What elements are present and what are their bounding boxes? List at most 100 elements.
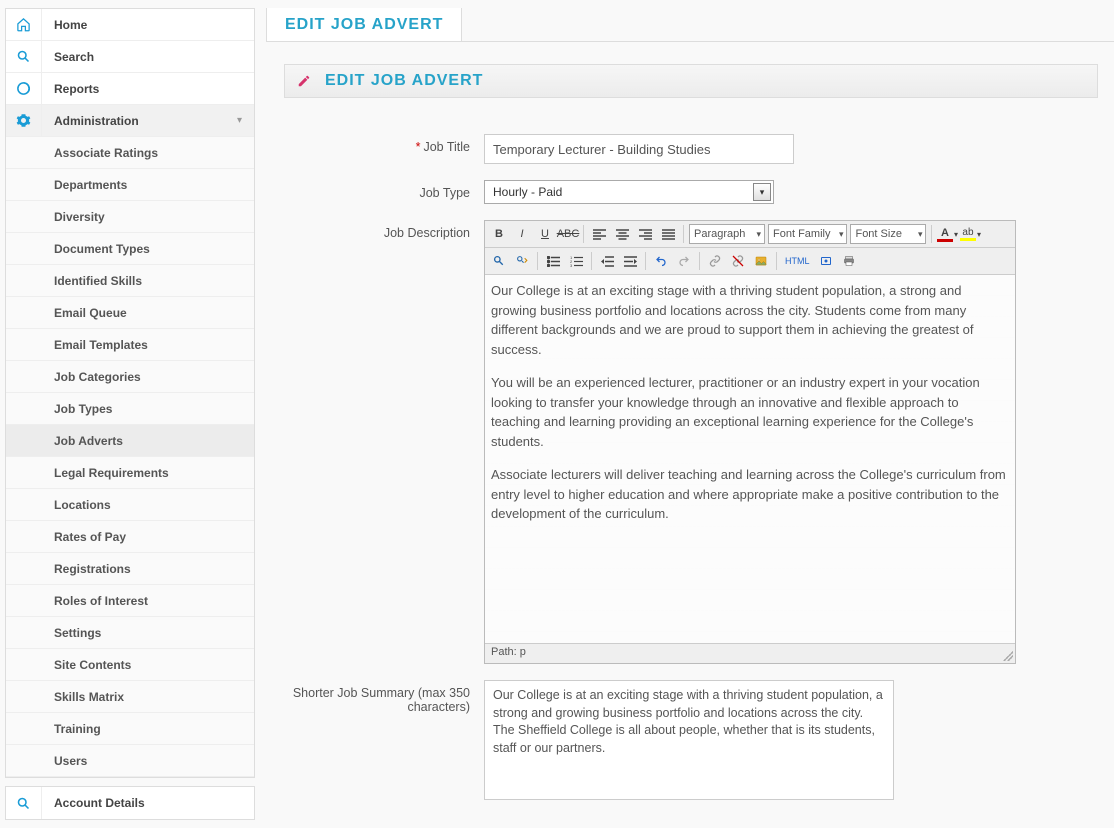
- nav-administration[interactable]: Administration: [6, 105, 254, 137]
- required-marker: *: [416, 140, 421, 154]
- separator-icon: [683, 225, 684, 243]
- row-short-summary: Shorter Job Summary (max 350 characters): [284, 680, 1078, 800]
- panel-header: Edit Job Advert: [284, 64, 1098, 98]
- sidebar: Home Search Reports Administration Assoc…: [5, 8, 255, 828]
- separator-icon: [591, 252, 592, 270]
- font-family-select[interactable]: Font Family: [768, 224, 847, 244]
- sidebar-item-site-contents[interactable]: Site Contents: [6, 649, 254, 681]
- sidebar-item-document-types[interactable]: Document Types: [6, 233, 254, 265]
- label-job-type: Job Type: [284, 180, 484, 200]
- separator-icon: [931, 225, 932, 243]
- sidebar-item-training[interactable]: Training: [6, 713, 254, 745]
- nav-administration-label: Administration: [42, 114, 139, 128]
- nav-home-label: Home: [42, 18, 87, 32]
- paragraph-select[interactable]: Paragraph: [689, 224, 765, 244]
- align-right-button[interactable]: [635, 224, 655, 244]
- strikethrough-button[interactable]: ABC: [558, 224, 578, 244]
- italic-button[interactable]: I: [512, 224, 532, 244]
- outdent-button[interactable]: [597, 251, 617, 271]
- main-content: Edit Job Advert Edit Job Advert *Job Tit…: [266, 8, 1114, 828]
- search-icon: [6, 787, 42, 819]
- sidebar-item-locations[interactable]: Locations: [6, 489, 254, 521]
- admin-sub-items: Associate Ratings Departments Diversity …: [6, 137, 254, 777]
- align-left-button[interactable]: [589, 224, 609, 244]
- editor-body[interactable]: Our College is at an exciting stage with…: [485, 275, 1015, 643]
- job-type-select[interactable]: Hourly - Paid ▾: [484, 180, 774, 204]
- tab-strip: Edit Job Advert: [266, 8, 1114, 42]
- html-button[interactable]: HTML: [782, 251, 813, 271]
- nav-reports[interactable]: Reports: [6, 73, 254, 105]
- align-justify-button[interactable]: [658, 224, 678, 244]
- sidebar-item-skills-matrix[interactable]: Skills Matrix: [6, 681, 254, 713]
- unlink-button[interactable]: [728, 251, 748, 271]
- find-replace-button[interactable]: [512, 251, 532, 271]
- print-button[interactable]: [839, 251, 859, 271]
- separator-icon: [645, 252, 646, 270]
- editor-toolbar-2: 123: [485, 248, 1015, 275]
- editor-toolbar-1: B I U ABC: [485, 221, 1015, 248]
- form: *Job Title Job Type Hourly - Paid ▾ Job …: [284, 98, 1098, 800]
- sidebar-item-email-templates[interactable]: Email Templates: [6, 329, 254, 361]
- sidebar-item-roles-of-interest[interactable]: Roles of Interest: [6, 585, 254, 617]
- tab-edit-job-advert[interactable]: Edit Job Advert: [266, 8, 462, 41]
- pencil-icon: [297, 74, 311, 88]
- sidebar-item-associate-ratings[interactable]: Associate Ratings: [6, 137, 254, 169]
- sidebar-item-departments[interactable]: Departments: [6, 169, 254, 201]
- text-color-button[interactable]: A▾: [937, 224, 957, 244]
- nav-home[interactable]: Home: [6, 9, 254, 41]
- bold-button[interactable]: B: [489, 224, 509, 244]
- highlight-color-button[interactable]: ab▾: [960, 224, 980, 244]
- underline-button[interactable]: U: [535, 224, 555, 244]
- editor-status-bar: Path: p: [485, 643, 1015, 663]
- separator-icon: [776, 252, 777, 270]
- label-short-summary: Shorter Job Summary (max 350 characters): [284, 680, 484, 714]
- separator-icon: [537, 252, 538, 270]
- svg-text:3: 3: [570, 263, 573, 267]
- panel-title: Edit Job Advert: [325, 72, 483, 90]
- sidebar-item-registrations[interactable]: Registrations: [6, 553, 254, 585]
- description-paragraph: Associate lecturers will deliver teachin…: [491, 465, 1009, 524]
- find-button[interactable]: [489, 251, 509, 271]
- search-icon: [6, 41, 42, 72]
- preview-button[interactable]: [816, 251, 836, 271]
- undo-button[interactable]: [651, 251, 671, 271]
- separator-icon: [699, 252, 700, 270]
- sidebar-item-users[interactable]: Users: [6, 745, 254, 777]
- label-job-description: Job Description: [284, 220, 484, 240]
- sidebar-item-job-adverts[interactable]: Job Adverts: [6, 425, 254, 457]
- sidebar-item-job-types[interactable]: Job Types: [6, 393, 254, 425]
- short-summary-textarea[interactable]: [484, 680, 894, 800]
- row-job-description: Job Description B I U ABC: [284, 220, 1078, 664]
- chevron-down-icon: ▾: [753, 183, 771, 201]
- primary-nav: Home Search Reports Administration Assoc…: [5, 8, 255, 778]
- sidebar-item-diversity[interactable]: Diversity: [6, 201, 254, 233]
- editor-path: Path: p: [491, 646, 526, 658]
- font-size-select[interactable]: Font Size: [850, 224, 926, 244]
- nav-account-details-label: Account Details: [42, 796, 145, 810]
- sidebar-item-legal-requirements[interactable]: Legal Requirements: [6, 457, 254, 489]
- job-title-input[interactable]: [484, 134, 794, 164]
- numbered-list-button[interactable]: 123: [566, 251, 586, 271]
- align-center-button[interactable]: [612, 224, 632, 244]
- separator-icon: [583, 225, 584, 243]
- home-icon: [6, 9, 42, 40]
- nav-search[interactable]: Search: [6, 41, 254, 73]
- panel-edit-job-advert: Edit Job Advert *Job Title Job Type Hour…: [284, 64, 1098, 800]
- nav-account-details[interactable]: Account Details: [6, 787, 254, 819]
- sidebar-item-job-categories[interactable]: Job Categories: [6, 361, 254, 393]
- indent-button[interactable]: [620, 251, 640, 271]
- reports-icon: [6, 73, 42, 104]
- gear-icon: [6, 105, 42, 136]
- insert-image-button[interactable]: [751, 251, 771, 271]
- sidebar-item-rates-of-pay[interactable]: Rates of Pay: [6, 521, 254, 553]
- sidebar-item-settings[interactable]: Settings: [6, 617, 254, 649]
- sidebar-item-email-queue[interactable]: Email Queue: [6, 297, 254, 329]
- link-button[interactable]: [705, 251, 725, 271]
- nav-reports-label: Reports: [42, 82, 99, 96]
- row-job-type: Job Type Hourly - Paid ▾: [284, 180, 1078, 204]
- row-job-title: *Job Title: [284, 134, 1078, 164]
- redo-button[interactable]: [674, 251, 694, 271]
- sidebar-item-identified-skills[interactable]: Identified Skills: [6, 265, 254, 297]
- rich-text-editor: B I U ABC: [484, 220, 1016, 664]
- bulleted-list-button[interactable]: [543, 251, 563, 271]
